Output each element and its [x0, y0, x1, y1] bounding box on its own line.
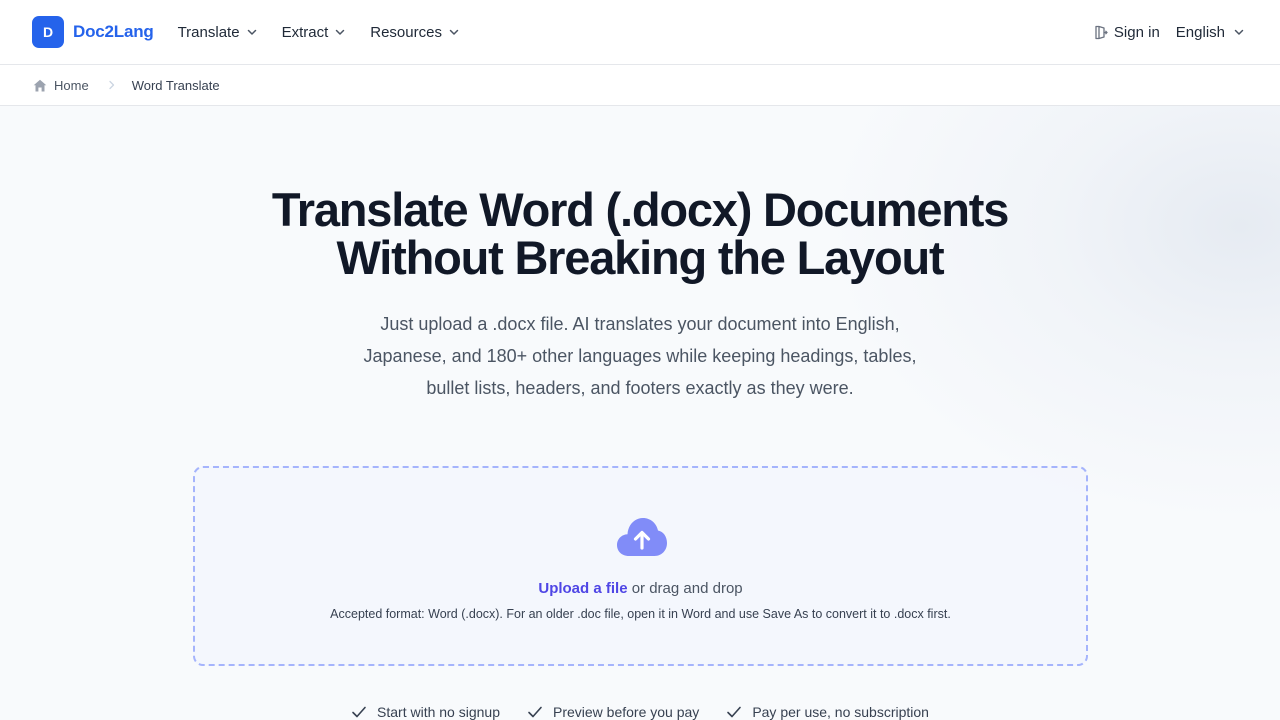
upload-file-link[interactable]: Upload a file — [538, 580, 627, 597]
sign-in-link[interactable]: Sign in — [1094, 24, 1160, 41]
check-icon — [352, 706, 366, 718]
page-title-line-2: Without Breaking the Layout — [336, 231, 945, 284]
sign-in-label: Sign in — [1113, 23, 1160, 41]
sign-in-icon — [1095, 25, 1108, 39]
chevron-down-icon — [1234, 29, 1244, 35]
feature-item: Preview before you pay — [527, 704, 699, 720]
chevron-down-icon — [449, 29, 459, 35]
breadcrumb: Home Word Translate — [0, 65, 1280, 106]
brand-logo-mark: D — [32, 16, 64, 48]
feature-label: Preview before you pay — [553, 704, 700, 720]
brand-name: Doc2Lang — [73, 22, 154, 41]
nav-resources-menu[interactable]: Resources — [370, 24, 459, 41]
feature-label: Start with no signup — [377, 704, 500, 720]
breadcrumb-home-link[interactable]: Home — [33, 78, 89, 93]
page-title-line-1: Translate Word (.docx) Documents — [271, 183, 1010, 236]
cloud-upload-icon — [617, 518, 667, 556]
breadcrumb-home-label: Home — [54, 77, 89, 93]
chevron-right-icon — [109, 80, 114, 90]
home-icon — [33, 79, 47, 91]
file-dropzone[interactable]: Upload a file or drag and drop Accepted … — [193, 466, 1088, 666]
page-subtitle: Just upload a .docx file. AI translates … — [363, 314, 917, 398]
main-nav: Translate Extract Resources — [178, 24, 459, 41]
language-label: English — [1175, 23, 1225, 41]
feature-item: Pay per use, no subscription — [726, 704, 929, 720]
chevron-down-icon — [247, 29, 256, 35]
brand-logo-link[interactable]: D Doc2Lang — [32, 16, 154, 48]
breadcrumb-current: Word Translate — [131, 77, 220, 93]
page-title: Translate Word (.docx) Documents Without… — [0, 186, 1280, 282]
feature-list: Start with no signup Preview before you … — [0, 704, 1280, 720]
nav-translate-label: Translate — [177, 23, 240, 41]
chevron-down-icon — [336, 29, 345, 35]
nav-extract-menu[interactable]: Extract — [282, 24, 346, 41]
nav-resources-label: Resources — [370, 23, 442, 41]
check-icon — [528, 706, 542, 718]
check-icon — [727, 706, 742, 718]
nav-extract-label: Extract — [281, 23, 329, 41]
top-navbar: D Doc2Lang Translate Extract Resources S… — [0, 0, 1280, 65]
drag-drop-text: or drag and drop — [627, 580, 743, 597]
accepted-format-note: Accepted format: Word (.docx). For an ol… — [330, 607, 951, 621]
upload-instruction: Upload a file or drag and drop — [195, 580, 1086, 597]
header-actions: Sign in English — [1094, 24, 1248, 41]
language-selector[interactable]: English — [1176, 24, 1244, 41]
feature-label: Pay per use, no subscription — [752, 704, 929, 720]
nav-translate-menu[interactable]: Translate — [178, 24, 257, 41]
feature-item: Start with no signup — [351, 704, 500, 720]
